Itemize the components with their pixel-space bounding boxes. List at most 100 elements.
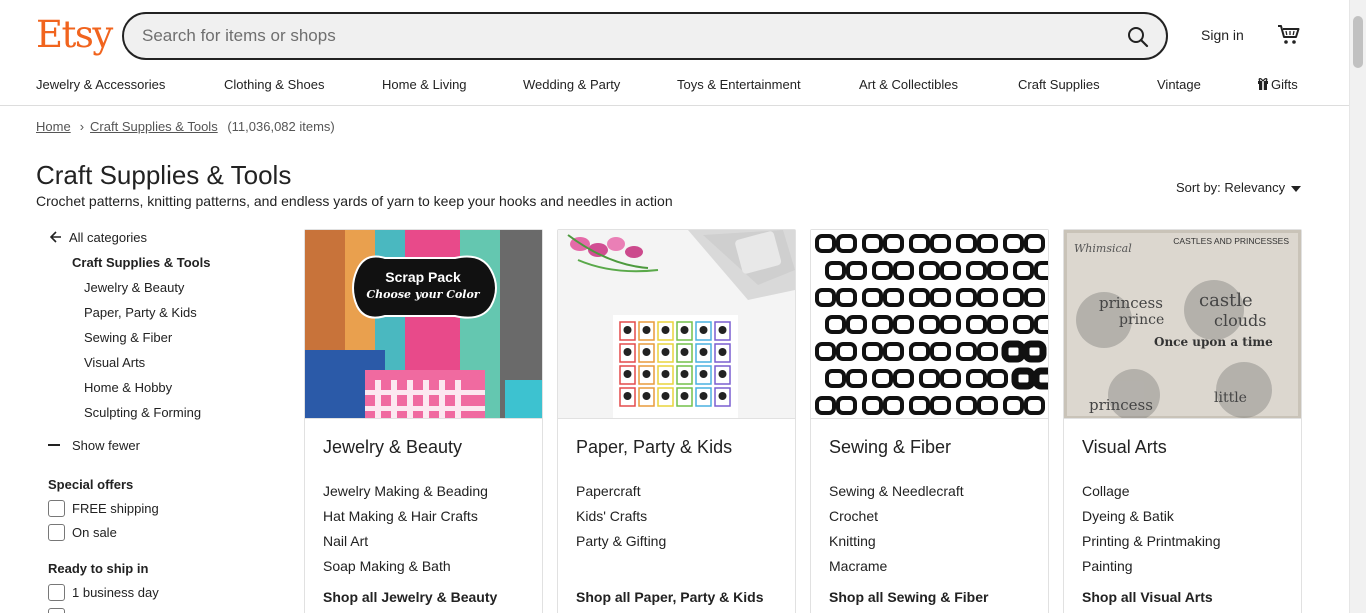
scrap-pack-text: Scrap Pack [385, 269, 461, 285]
word-clouds: clouds [1214, 311, 1266, 330]
breadcrumb-current[interactable]: Craft Supplies & Tools [90, 119, 218, 134]
nav-wedding-party[interactable]: Wedding & Party [523, 77, 620, 92]
category-card-paper-party-kids[interactable]: Paper, Party & Kids Papercraft Kids' Cra… [557, 229, 796, 613]
nav-clothing-shoes[interactable]: Clothing & Shoes [224, 77, 324, 92]
sign-in-link[interactable]: Sign in [1201, 27, 1244, 43]
subcategory-home-hobby[interactable]: Home & Hobby [84, 380, 172, 395]
nav-gifts[interactable]: Gifts [1257, 77, 1298, 92]
card-link[interactable]: Collage [1082, 483, 1129, 499]
card-image-glasses-pattern[interactable] [811, 230, 1048, 419]
whimsical-adventure-logo: Whimsical [1074, 242, 1132, 255]
card-link[interactable]: Dyeing & Batik [1082, 508, 1174, 524]
fabric-scrap-pack-image: Scrap Pack Choose your Color [305, 230, 542, 418]
word-castle: castle [1199, 290, 1253, 311]
card-link[interactable]: Nail Art [323, 533, 368, 549]
next-ready-to-ship-checkbox[interactable] [48, 608, 65, 613]
category-card-jewelry-beauty[interactable]: Scrap Pack Choose your Color Jewelry & B… [304, 229, 543, 613]
glasses-pattern-image [811, 230, 1048, 418]
page-scrollbar[interactable] [1349, 0, 1366, 613]
card-title[interactable]: Paper, Party & Kids [576, 437, 732, 458]
scrollbar-thumb[interactable] [1353, 16, 1363, 68]
chevron-right-icon: › [79, 119, 85, 134]
on-sale-label[interactable]: On sale [72, 525, 117, 540]
cart-button[interactable] [1274, 20, 1304, 50]
card-image-word-art[interactable]: Whimsical CASTLES AND PRINCESSES princes… [1064, 230, 1301, 419]
all-categories-link[interactable]: All categories [49, 230, 148, 245]
word-art-image: Whimsical CASTLES AND PRINCESSES princes… [1064, 230, 1301, 418]
card-link[interactable]: Knitting [829, 533, 876, 549]
free-shipping-label[interactable]: FREE shipping [72, 501, 159, 516]
free-shipping-checkbox[interactable] [48, 500, 65, 517]
word-once-upon: Once upon a time [1154, 335, 1273, 349]
page-description: Crochet patterns, knitting patterns, and… [36, 193, 673, 209]
shop-all-link[interactable]: Shop all Sewing & Fiber [829, 589, 988, 605]
breadcrumb-home[interactable]: Home [36, 119, 71, 134]
nav-gifts-label: Gifts [1271, 77, 1298, 92]
breadcrumb: Home › Craft Supplies & Tools (11,036,082 … [36, 119, 335, 134]
word-art-title: CASTLES AND PRINCESSES [1173, 236, 1289, 246]
shop-all-link[interactable]: Shop all Jewelry & Beauty [323, 589, 497, 605]
card-link[interactable]: Painting [1082, 558, 1133, 574]
card-title[interactable]: Visual Arts [1082, 437, 1167, 458]
site-header: Etsy Sign in Jewelry & Accessories Cloth… [0, 0, 1349, 106]
card-title[interactable]: Sewing & Fiber [829, 437, 951, 458]
card-link[interactable]: Papercraft [576, 483, 641, 499]
search-input[interactable] [142, 24, 1102, 48]
sort-dropdown[interactable]: Sort by: Relevancy [1176, 180, 1302, 195]
card-link[interactable]: Jewelry Making & Beading [323, 483, 488, 499]
arrow-left-icon [49, 231, 61, 243]
search-button[interactable] [1120, 19, 1156, 55]
on-sale-checkbox[interactable] [48, 524, 65, 541]
special-offers-heading: Special offers [48, 477, 134, 492]
category-card-sewing-fiber[interactable]: Sewing & Fiber Sewing & Needlecraft Croc… [810, 229, 1049, 613]
nav-vintage[interactable]: Vintage [1157, 77, 1201, 92]
card-link[interactable]: Crochet [829, 508, 878, 524]
subcategory-jewelry-beauty[interactable]: Jewelry & Beauty [84, 280, 184, 295]
cart-icon [1278, 25, 1300, 44]
card-link[interactable]: Hat Making & Hair Crafts [323, 508, 478, 524]
word-princess-2: princess [1089, 396, 1153, 414]
nav-jewelry-accessories[interactable]: Jewelry & Accessories [36, 77, 165, 92]
card-link[interactable]: Printing & Printmaking [1082, 533, 1221, 549]
subcategory-paper-party-kids[interactable]: Paper, Party & Kids [84, 305, 197, 320]
category-card-visual-arts[interactable]: Whimsical CASTLES AND PRINCESSES princes… [1063, 229, 1302, 613]
page-title: Craft Supplies & Tools [36, 160, 292, 190]
sort-label: Sort by: Relevancy [1176, 180, 1286, 195]
one-business-day-checkbox[interactable] [48, 584, 65, 601]
one-business-day-label[interactable]: 1 business day [72, 585, 159, 600]
card-link[interactable]: Soap Making & Bath [323, 558, 451, 574]
item-count: (11,036,082 items) [227, 119, 335, 134]
card-image-fabric-scrap-pack[interactable]: Scrap Pack Choose your Color [305, 230, 542, 419]
shop-all-link[interactable]: Shop all Paper, Party & Kids [576, 589, 764, 605]
gift-icon [1258, 78, 1268, 90]
current-category: Craft Supplies & Tools [72, 255, 211, 270]
search-bar[interactable] [122, 12, 1168, 60]
word-princess: princess [1099, 294, 1163, 312]
nav-home-living[interactable]: Home & Living [382, 77, 467, 92]
all-categories-label: All categories [69, 230, 148, 245]
card-link[interactable]: Sewing & Needlecraft [829, 483, 964, 499]
nav-toys-entertainment[interactable]: Toys & Entertainment [677, 77, 801, 92]
show-fewer-label: Show fewer [72, 438, 140, 453]
planner-stickers-image [558, 230, 795, 418]
show-fewer-button[interactable]: Show fewer [48, 438, 140, 453]
shop-all-link[interactable]: Shop all Visual Arts [1082, 589, 1213, 605]
card-link[interactable]: Kids' Crafts [576, 508, 647, 524]
card-image-planner-stickers[interactable] [558, 230, 795, 419]
subcategory-visual-arts[interactable]: Visual Arts [84, 355, 145, 370]
card-link[interactable]: Macrame [829, 558, 887, 574]
search-icon [1128, 27, 1149, 48]
card-link[interactable]: Party & Gifting [576, 533, 666, 549]
category-nav: Jewelry & Accessories Clothing & Shoes H… [36, 77, 1306, 97]
nav-craft-supplies[interactable]: Craft Supplies [1018, 77, 1100, 92]
word-little: little [1214, 390, 1247, 406]
choose-color-text: Choose your Color [366, 288, 480, 301]
word-prince: prince [1119, 312, 1164, 328]
card-title[interactable]: Jewelry & Beauty [323, 437, 462, 458]
minus-icon [48, 444, 60, 446]
subcategory-sewing-fiber[interactable]: Sewing & Fiber [84, 330, 172, 345]
nav-art-collectibles[interactable]: Art & Collectibles [859, 77, 958, 92]
ready-to-ship-heading: Ready to ship in [48, 561, 149, 576]
etsy-logo[interactable]: Etsy [36, 13, 113, 57]
subcategory-sculpting-forming[interactable]: Sculpting & Forming [84, 405, 201, 420]
